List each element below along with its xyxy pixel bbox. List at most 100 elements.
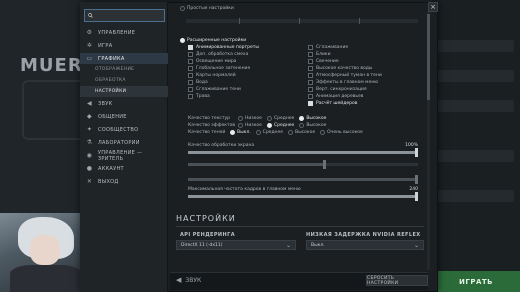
speaker-icon: ◀ [87, 100, 92, 107]
sidebar-subitem-processing[interactable]: ОБРАБОТКА [80, 75, 168, 86]
checkbox[interactable] [308, 94, 313, 99]
checkbox-label: Вода [196, 80, 208, 85]
portrait-body [10, 265, 82, 292]
checkbox[interactable] [188, 45, 193, 50]
radio-button[interactable] [288, 130, 294, 135]
radio-button[interactable] [299, 123, 305, 128]
close-button[interactable]: × [428, 2, 438, 12]
checkbox[interactable] [188, 52, 193, 57]
reset-settings-button[interactable]: СБРОСИТЬ НАСТРОЙКИ [366, 275, 428, 286]
slider-tick [239, 18, 240, 24]
render-api-dropdown[interactable]: DirectX 11 (-dx11) ⌄ [176, 240, 296, 250]
right-panel [432, 0, 520, 292]
footer-sound-link[interactable]: ◀ ЗВУК [176, 276, 201, 284]
checkbox-row[interactable]: Глобальное затенение [188, 66, 250, 71]
checkbox-row[interactable]: Высокое качество воды [308, 66, 372, 71]
checkbox-animated-portraits[interactable]: Анимированные портреты [188, 45, 259, 50]
checkbox-label: Расчёт шейдеров [316, 101, 358, 106]
radio-button[interactable] [180, 38, 185, 43]
sidebar-item-sound[interactable]: ◀ ЗВУК [80, 98, 168, 109]
checkbox-row[interactable]: Освещение мира [188, 59, 236, 64]
checkbox[interactable] [188, 87, 193, 92]
checkbox[interactable] [188, 59, 193, 64]
checkbox-row[interactable]: Эффекты в главном меню [308, 80, 378, 85]
sidebar-item-game[interactable]: ✲ ИГРА [80, 40, 168, 51]
checkbox[interactable] [188, 80, 193, 85]
simple-settings-option[interactable]: Простые настройки [180, 6, 234, 11]
checkbox[interactable] [188, 94, 193, 99]
checkbox-row[interactable]: Свечение [308, 59, 339, 64]
checkbox-row[interactable]: Карты нормалей [188, 73, 236, 78]
monitor-icon: ▭ [86, 55, 93, 62]
radio-button[interactable] [255, 130, 261, 135]
sidebar-item-spectator-controls[interactable]: ◉ УПРАВЛЕНИЕ — ЗРИТЕЛЬ [80, 150, 168, 162]
sidebar-item-label: НАСТРОЙКИ [95, 89, 127, 94]
checkbox[interactable] [308, 52, 313, 57]
sidebar-item-controls[interactable]: ⚙ УПРАВЛЕНИЕ [80, 27, 168, 38]
checkbox-row[interactable]: Сглаживание тени [188, 87, 241, 92]
play-button[interactable]: ИГРАТЬ [432, 271, 520, 292]
radio-label: Очень высокое [327, 130, 363, 135]
slider-knob[interactable] [415, 192, 418, 201]
search-input[interactable] [96, 12, 164, 19]
radio-label: Высокое [295, 130, 316, 135]
dropdown-value: DirectX 11 (-dx11) [181, 242, 223, 248]
radio-button[interactable] [299, 116, 305, 121]
radio-button[interactable] [266, 116, 272, 121]
checkbox-row[interactable]: Блики [308, 52, 331, 57]
radio-label: Высокое [306, 123, 327, 128]
radio-button[interactable] [180, 6, 185, 11]
checkbox-row[interactable]: Анимация деревьев [308, 94, 363, 99]
checkbox-row[interactable]: Сглаживание [308, 45, 348, 50]
scrollbar-thumb[interactable] [427, 14, 430, 100]
radio-button[interactable] [238, 116, 243, 121]
sidebar-item-label: ОБЩЕНИЕ [98, 113, 127, 120]
checkbox[interactable] [308, 80, 313, 85]
render-quality-label: Качество обработки экрана [188, 143, 255, 148]
sidebar-subitem-settings[interactable]: НАСТРОЙКИ [80, 86, 168, 97]
checkbox[interactable] [308, 73, 313, 78]
radio-button[interactable] [230, 130, 235, 135]
sidebar-subitem-display[interactable]: ОТОБРАЖЕНИЕ [80, 64, 168, 75]
checkbox-label: Сглаживание [316, 45, 349, 50]
speaker-icon: ◀ [176, 276, 182, 284]
reflex-dropdown[interactable]: Выкл. ⌄ [306, 240, 424, 250]
row-label: Качество эффектов [188, 123, 235, 128]
checkbox-shader-compile[interactable]: Расчёт шейдеров [308, 101, 357, 106]
checkbox-label: Атмосферный туман в тени [316, 73, 382, 78]
preset-slider[interactable] [186, 18, 418, 24]
checkbox[interactable] [308, 87, 313, 92]
radio-label: Выкл. [237, 130, 251, 135]
checkbox-row[interactable]: Доп. обработка смеха [188, 52, 248, 57]
checkbox-row[interactable]: Атмосферный туман в тени [308, 73, 382, 78]
disabled-slider[interactable] [188, 160, 418, 169]
checkbox[interactable] [308, 59, 313, 64]
slider-knob[interactable] [415, 148, 418, 157]
radio-button[interactable] [320, 130, 326, 135]
sidebar-item-labs[interactable]: ⚗ ЛАБОРАТОРИИ [80, 137, 168, 148]
slider-knob[interactable] [323, 160, 326, 169]
checkbox[interactable] [188, 66, 193, 71]
advanced-settings-option[interactable]: Расширенные настройки [180, 38, 246, 43]
sidebar-item-exit[interactable]: ✕ ВЫХОД [80, 176, 168, 187]
checkbox[interactable] [188, 73, 193, 78]
search-field[interactable] [84, 9, 165, 22]
disabled-slider[interactable] [188, 175, 418, 184]
sidebar-item-community[interactable]: ✦ СООБЩЕСТВО [80, 124, 168, 135]
checkbox-row[interactable]: Верт. синхронизация [308, 87, 367, 92]
sidebar-item-account[interactable]: ● АККАУНТ [80, 163, 168, 174]
render-quality-slider[interactable] [188, 148, 418, 157]
slider-knob[interactable] [415, 175, 418, 184]
checkbox[interactable] [308, 66, 313, 71]
radio-button[interactable] [266, 123, 272, 128]
sidebar-item-chat[interactable]: ◆ ОБЩЕНИЕ [80, 111, 168, 122]
checkbox[interactable] [308, 101, 313, 106]
sidebar-item-graphics[interactable]: ▭ ГРАФИКА [80, 53, 168, 64]
checkbox[interactable] [308, 45, 313, 50]
checkbox-row[interactable]: Вода [188, 80, 208, 85]
checkbox-row[interactable]: Трава [188, 94, 210, 99]
gear-icon: ✲ [86, 42, 93, 49]
radio-button[interactable] [238, 123, 243, 128]
fps-limit-slider[interactable] [188, 192, 418, 201]
radio-label: Среднее [262, 130, 284, 135]
